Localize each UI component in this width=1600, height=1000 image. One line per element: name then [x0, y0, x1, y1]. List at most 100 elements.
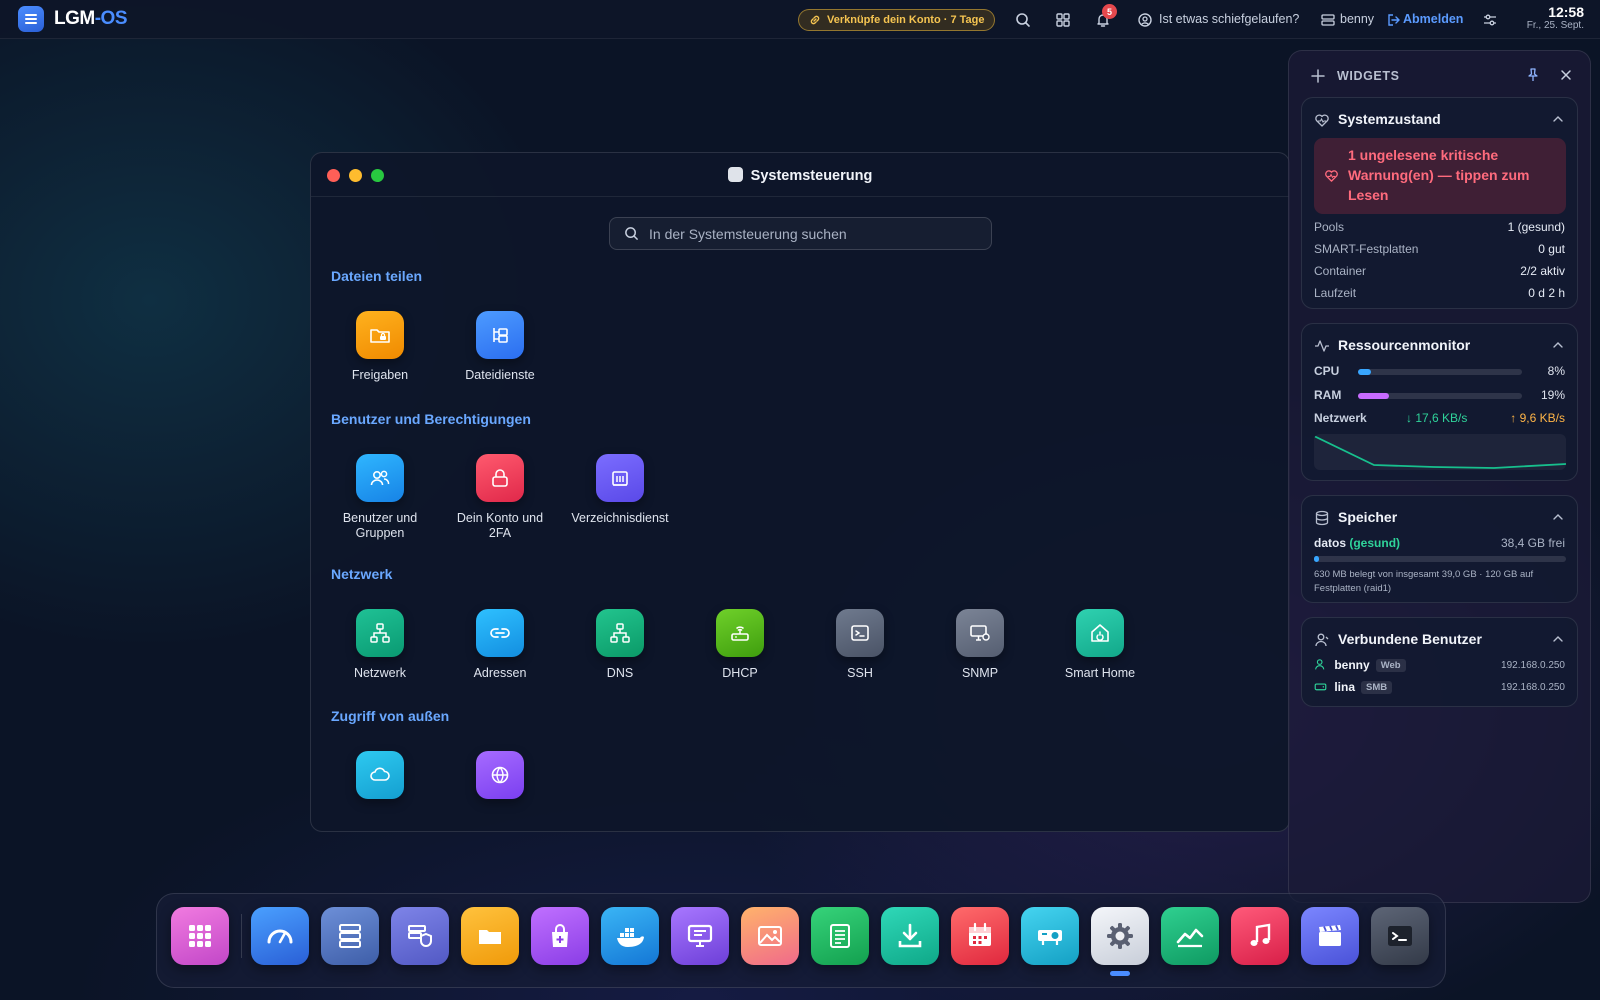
download-icon[interactable]: [881, 907, 939, 965]
security-icon[interactable]: [391, 907, 449, 965]
clock: 12:58 Fr., 25. Sept.: [1527, 4, 1584, 31]
cpu-bar: [1358, 369, 1522, 375]
app-remote-access[interactable]: [325, 751, 435, 808]
chevron-up-icon[interactable]: [1551, 338, 1565, 352]
database-icon: [1315, 510, 1329, 526]
app-label: Benutzer und Gruppen: [342, 511, 418, 540]
app-label: Dein Konto und 2FA: [456, 511, 544, 540]
storage-bar: [1314, 556, 1566, 562]
settings-toggle-button[interactable]: [1480, 10, 1500, 30]
notes-icon[interactable]: [811, 907, 869, 965]
app-label: SNMP: [961, 666, 999, 680]
files-icon[interactable]: [461, 907, 519, 965]
video-icon[interactable]: [1301, 907, 1359, 965]
app-ssh[interactable]: SSH: [805, 609, 915, 681]
app-dhcp[interactable]: DHCP: [685, 609, 795, 681]
app-label: Adressen: [473, 666, 527, 680]
main-menu-button[interactable]: [18, 6, 44, 32]
link-account-button[interactable]: Verknüpfe dein Konto · 7 Tage: [798, 9, 996, 31]
add-widget-icon[interactable]: [1311, 69, 1325, 83]
app-shares[interactable]: Freigaben: [325, 311, 435, 383]
widget-title: Ressourcenmonitor: [1338, 337, 1471, 353]
smart-home-icon: [1076, 609, 1124, 657]
app-dns[interactable]: DNS: [565, 609, 675, 681]
storage-pool-row: datos (gesund) 38,4 GB frei: [1314, 536, 1565, 550]
app-file-services[interactable]: Dateidienste: [445, 311, 555, 383]
close-icon[interactable]: [1560, 69, 1572, 81]
chevron-up-icon[interactable]: [1551, 510, 1565, 524]
widget-connected-users: Verbundene Benutzer benny Web 192.168.0.2…: [1301, 617, 1578, 707]
section-title-file-sharing: Dateien teilen: [331, 268, 423, 284]
app-addresses[interactable]: Adressen: [445, 609, 555, 681]
grid-icon: [1056, 13, 1070, 27]
net-down: ↓ 17,6 KB/s: [1406, 411, 1468, 425]
app-snmp[interactable]: SNMP: [925, 609, 1035, 681]
chevron-up-icon[interactable]: [1551, 112, 1565, 126]
user-icon: [1315, 659, 1325, 670]
critical-warning-text: 1 ungelesene kritische Warnung(en) — tip…: [1348, 147, 1530, 203]
app-label: DHCP: [722, 666, 758, 680]
section-title-users: Benutzer und Berechtigungen: [331, 411, 531, 427]
folder-lock-icon: [356, 311, 404, 359]
music-icon[interactable]: [1231, 907, 1289, 965]
calendar-icon[interactable]: [951, 907, 1009, 965]
promo-label: Verknüpfe dein Konto · 7 Tage: [827, 14, 985, 26]
storage-icon[interactable]: [321, 907, 379, 965]
connected-user-row: benny Web 192.168.0.250: [1314, 658, 1565, 672]
settings-icon[interactable]: [1091, 907, 1149, 965]
logout-button[interactable]: Abmelden: [1403, 12, 1463, 26]
app-account-2fa[interactable]: Dein Konto und 2FA: [445, 454, 555, 541]
app-directory-service[interactable]: Verzeichnisdienst: [565, 454, 675, 526]
dock-separator: [241, 914, 242, 958]
lock-icon: [476, 454, 524, 502]
pin-icon[interactable]: [1526, 68, 1540, 82]
app-users-groups[interactable]: Benutzer und Gruppen: [325, 454, 435, 541]
store-icon[interactable]: [531, 907, 589, 965]
remote-desktop-icon[interactable]: [671, 907, 729, 965]
connected-user-row: lina SMB 192.168.0.250: [1314, 680, 1565, 694]
app-network[interactable]: Netzwerk: [325, 609, 435, 681]
docker-icon[interactable]: [601, 907, 659, 965]
network-row: Netzwerk ↓ 17,6 KB/s ↑ 9,6 KB/s: [1314, 411, 1565, 425]
dashboard-icon[interactable]: [251, 907, 309, 965]
monitor-icon[interactable]: [1161, 907, 1219, 965]
terminal-icon[interactable]: [1371, 907, 1429, 965]
projector-icon[interactable]: [1021, 907, 1079, 965]
apps-grid-button[interactable]: [1053, 10, 1073, 30]
link-icon: [476, 609, 524, 657]
storage-detail: 630 MB belegt von insgesamt 39,0 GB · 12…: [1314, 569, 1534, 594]
help-link[interactable]: Ist etwas schiefgelaufen?: [1159, 12, 1299, 26]
settings-search-input[interactable]: [649, 225, 969, 242]
widgets-header: WIDGETS: [1311, 67, 1576, 87]
network-sparkline: [1314, 434, 1566, 470]
critical-warning-banner[interactable]: 1 ungelesene kritische Warnung(en) — tip…: [1314, 138, 1566, 214]
current-user[interactable]: benny: [1340, 12, 1374, 26]
widget-storage: Speicher datos (gesund) 38,4 GB frei 630…: [1301, 495, 1578, 603]
widget-system-health: Systemzustand 1 ungelesene kritische War…: [1301, 97, 1578, 309]
widgets-title: WIDGETS: [1337, 69, 1400, 83]
app-vpn[interactable]: [445, 751, 555, 808]
active-app-indicator: [1110, 971, 1130, 976]
search-button[interactable]: [1013, 10, 1033, 30]
ram-bar: [1358, 393, 1522, 399]
network-icon: [356, 609, 404, 657]
cloud-icon: [356, 751, 404, 799]
widget-title: Speicher: [1338, 509, 1398, 525]
widget-title: Verbundene Benutzer: [1338, 631, 1482, 647]
kv-row: SMART-Festplatten 0 gut: [1314, 242, 1565, 256]
photos-icon[interactable]: [741, 907, 799, 965]
app-smart-home[interactable]: Smart Home: [1045, 609, 1155, 681]
chevron-up-icon[interactable]: [1551, 632, 1565, 646]
apps-icon[interactable]: [171, 907, 229, 965]
clock-time: 12:58: [1548, 4, 1584, 20]
clock-date: Fr., 25. Sept.: [1526, 20, 1584, 31]
top-bar: LGM-OS Verknüpfe dein Konto · 7 Tage 5 I…: [0, 0, 1600, 39]
window-titlebar[interactable]: Systemsteuerung: [311, 153, 1289, 197]
heart-pulse-icon: [1315, 114, 1329, 127]
heart-pulse-icon: [1325, 170, 1338, 182]
kv-row: Container 2/2 aktiv: [1314, 264, 1565, 278]
app-label: Netzwerk: [353, 666, 407, 680]
net-up: ↑ 9,6 KB/s: [1510, 411, 1565, 425]
search-icon: [1016, 13, 1030, 27]
kv-row: Laufzeit 0 d 2 h: [1314, 286, 1565, 300]
